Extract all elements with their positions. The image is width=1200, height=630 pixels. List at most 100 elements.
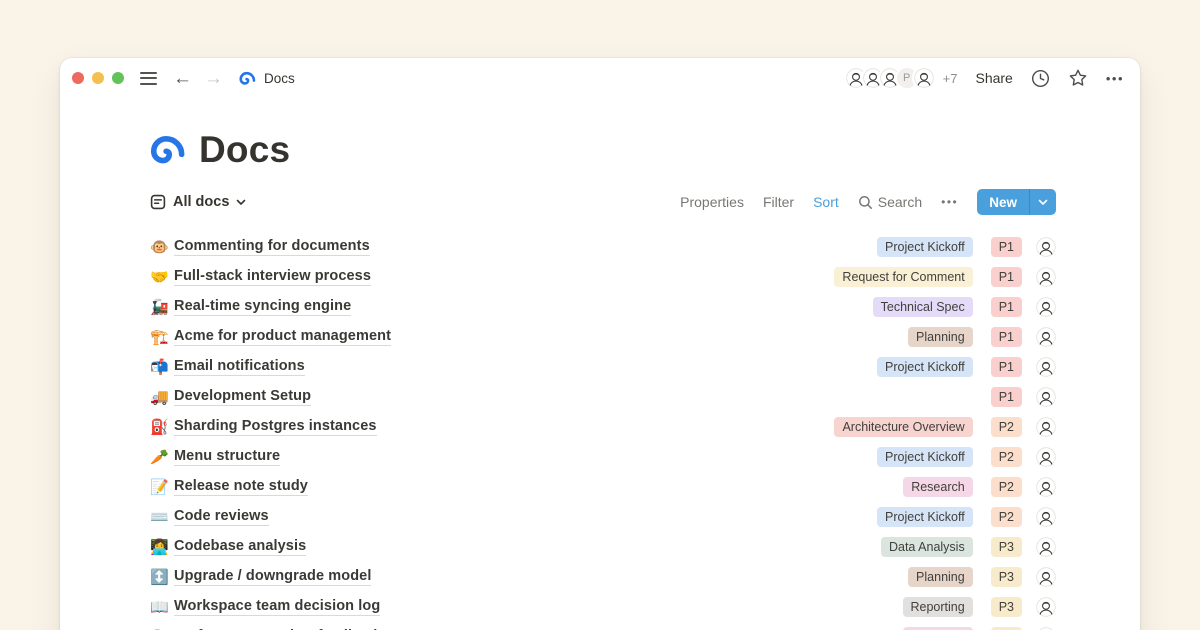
filter-button[interactable]: Filter — [763, 194, 794, 210]
breadcrumb-doc-title: Docs — [264, 71, 295, 86]
priority-badge[interactable]: P1 — [991, 237, 1022, 257]
tag-badge[interactable]: Planning — [908, 567, 973, 587]
doc-row[interactable]: 🐵 Commenting for documents Project Kicko… — [150, 232, 1056, 262]
priority-badge[interactable]: P1 — [991, 327, 1022, 347]
doc-row[interactable]: 🥕 Menu structure Project Kickoff P2 — [150, 442, 1056, 472]
tag-badge[interactable]: Research — [903, 477, 973, 497]
doc-title-link[interactable]: Workspace team decision log — [174, 598, 380, 616]
share-button[interactable]: Share — [975, 70, 1012, 86]
doc-title-link[interactable]: Release note study — [174, 478, 308, 496]
assignee-avatar[interactable] — [1036, 237, 1056, 257]
new-doc-dropdown[interactable] — [1029, 189, 1056, 215]
tag-badge[interactable]: Technical Spec — [873, 297, 973, 317]
woman-technologist-icon: 👩‍💻 — [150, 540, 174, 555]
doc-row[interactable]: 🚚 Development Setup P1 — [150, 382, 1056, 412]
priority-badge[interactable]: P2 — [991, 447, 1022, 467]
tag-badge[interactable]: Project Kickoff — [877, 507, 973, 527]
priority-badge[interactable]: P1 — [991, 357, 1022, 377]
avatar[interactable] — [912, 66, 936, 90]
doc-row[interactable]: ⛽ Sharding Postgres instances Architectu… — [150, 412, 1056, 442]
sidebar-menu-icon[interactable] — [140, 72, 157, 85]
priority-badge[interactable]: P3 — [991, 567, 1022, 587]
more-options-icon[interactable]: ••• — [1106, 71, 1124, 86]
window-topbar: ← → Docs P +7 Share ••• — [60, 58, 1140, 98]
page-header: Docs — [150, 128, 1056, 172]
doc-title-link[interactable]: Code reviews — [174, 508, 269, 526]
tag-badge[interactable]: Architecture Overview — [834, 417, 972, 437]
doc-title-link[interactable]: Menu structure — [174, 448, 280, 466]
doc-title-link[interactable]: Full-stack interview process — [174, 268, 371, 286]
doc-row[interactable]: ↕️ Upgrade / downgrade model Planning P3 — [150, 562, 1056, 592]
keyboard-icon: ⌨️ — [150, 510, 174, 525]
forward-arrow-icon[interactable]: → — [204, 69, 223, 88]
assignee-avatar[interactable] — [1036, 357, 1056, 377]
priority-badge[interactable]: P1 — [991, 267, 1022, 287]
doc-title-link[interactable]: Development Setup — [174, 388, 311, 406]
memo-icon: 📝 — [150, 480, 174, 495]
doc-title-link[interactable]: Upgrade / downgrade model — [174, 568, 371, 586]
priority-badge[interactable]: P2 — [991, 417, 1022, 437]
properties-button[interactable]: Properties — [680, 194, 744, 210]
up-down-arrow-icon: ↕️ — [150, 570, 174, 585]
doc-row[interactable]: 📝 Release note study Research P2 — [150, 472, 1056, 502]
tag-badge[interactable]: Reporting — [903, 597, 973, 617]
sort-button[interactable]: Sort — [813, 194, 839, 210]
doc-title-link[interactable]: Sharding Postgres instances — [174, 418, 377, 436]
tag-badge[interactable]: Data Analysis — [881, 537, 973, 557]
tag-badge[interactable]: Request for Comment — [834, 267, 972, 287]
zoom-window-button[interactable] — [112, 72, 124, 84]
doc-title-link[interactable]: Acme for product management — [174, 328, 391, 346]
doc-title-link[interactable]: Email notifications — [174, 358, 305, 376]
priority-badge[interactable]: P3 — [991, 537, 1022, 557]
priority-badge[interactable]: P1 — [991, 387, 1022, 407]
minimize-window-button[interactable] — [92, 72, 104, 84]
doc-title-link[interactable]: Codebase analysis — [174, 538, 306, 556]
tag-badge[interactable]: Project Kickoff — [877, 237, 973, 257]
close-window-button[interactable] — [72, 72, 84, 84]
updates-clock-icon[interactable] — [1031, 69, 1050, 88]
doc-row[interactable]: ⌨️ Code reviews Project Kickoff P2 — [150, 502, 1056, 532]
search-button[interactable]: Search — [858, 194, 922, 210]
assignee-avatar[interactable] — [1036, 537, 1056, 557]
priority-badge[interactable]: P2 — [991, 477, 1022, 497]
doc-row[interactable]: 📬 Email notifications Project Kickoff P1 — [150, 352, 1056, 382]
doc-row[interactable]: 👩‍💻 Codebase analysis Data Analysis P3 — [150, 532, 1056, 562]
assignee-avatar[interactable] — [1036, 417, 1056, 437]
search-label: Search — [878, 194, 922, 210]
view-switcher[interactable]: All docs — [150, 194, 246, 210]
assignee-avatar[interactable] — [1036, 267, 1056, 287]
priority-badge[interactable]: P3 — [991, 597, 1022, 617]
doc-row[interactable]: 🤝 Full-stack interview process Request f… — [150, 262, 1056, 292]
spiral-page-icon[interactable] — [150, 132, 186, 168]
new-doc-button[interactable]: New — [977, 189, 1056, 215]
chevron-down-icon — [236, 199, 246, 206]
priority-badge[interactable]: P2 — [991, 507, 1022, 527]
doc-list-view-icon — [150, 194, 166, 210]
view-name: All docs — [173, 194, 229, 210]
doc-row[interactable]: 🏗️ Acme for product management Planning … — [150, 322, 1056, 352]
assignee-avatar[interactable] — [1036, 597, 1056, 617]
tag-badge[interactable] — [957, 394, 973, 400]
back-arrow-icon[interactable]: ← — [173, 69, 192, 88]
tag-badge[interactable]: Project Kickoff — [877, 357, 973, 377]
tag-badge[interactable]: Project Kickoff — [877, 447, 973, 467]
favorite-star-icon[interactable] — [1068, 68, 1088, 88]
priority-badge[interactable]: P1 — [991, 297, 1022, 317]
traffic-lights — [72, 72, 124, 84]
doc-row[interactable]: 🎨 Performance review feedback Research P… — [150, 622, 1056, 630]
doc-title-link[interactable]: Real-time syncing engine — [174, 298, 351, 316]
doc-row[interactable]: 📖 Workspace team decision log Reporting … — [150, 592, 1056, 622]
avatar-overflow-count[interactable]: +7 — [943, 71, 958, 86]
assignee-avatar[interactable] — [1036, 297, 1056, 317]
tag-badge[interactable]: Planning — [908, 327, 973, 347]
assignee-avatar[interactable] — [1036, 387, 1056, 407]
assignee-avatar[interactable] — [1036, 447, 1056, 467]
assignee-avatar[interactable] — [1036, 477, 1056, 497]
assignee-avatar[interactable] — [1036, 567, 1056, 587]
toolbar-more-icon[interactable]: ••• — [941, 195, 958, 209]
doc-row[interactable]: 🚂 Real-time syncing engine Technical Spe… — [150, 292, 1056, 322]
doc-title-link[interactable]: Commenting for documents — [174, 238, 370, 256]
assignee-avatar[interactable] — [1036, 327, 1056, 347]
assignee-avatar[interactable] — [1036, 507, 1056, 527]
collaborator-avatars[interactable]: P — [844, 66, 936, 90]
